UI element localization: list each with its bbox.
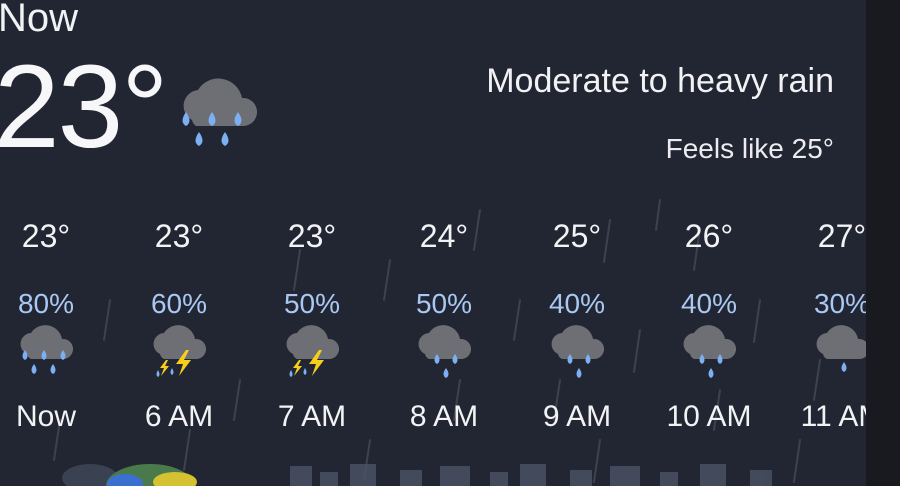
hourly-item-8am[interactable]: 24° 50% 8 AM xyxy=(378,214,510,444)
hourly-item-9am[interactable]: 25° 40% 9 AM xyxy=(511,214,643,444)
hourly-time: 10 AM xyxy=(666,400,752,433)
heavy-rain-icon xyxy=(182,78,258,146)
current-temperature: 23° xyxy=(0,41,168,173)
hourly-temp: 23° xyxy=(154,218,204,254)
hourly-time: 6 AM xyxy=(144,400,214,433)
hourly-time: 11 AM xyxy=(800,400,866,433)
thunderstorm-icon xyxy=(153,325,207,377)
condition-text: Moderate to heavy rain xyxy=(486,62,834,100)
rain-icon xyxy=(418,325,472,378)
next-card-peek xyxy=(62,464,772,486)
hourly-temp: 26° xyxy=(684,218,734,254)
hourly-forecast[interactable]: 23° 80% Now 23° 60% 6 AM 23° 50% 7 AM 24… xyxy=(0,214,866,444)
hourly-precip: 30% xyxy=(813,288,866,319)
hourly-temp: 24° xyxy=(419,218,469,254)
hourly-precip: 50% xyxy=(283,288,341,319)
hourly-time: 9 AM xyxy=(542,400,612,433)
hourly-temp: 27° xyxy=(817,218,866,254)
hourly-temp: 23° xyxy=(287,218,337,254)
hourly-time: 8 AM xyxy=(409,400,479,433)
rain-icon xyxy=(551,325,605,378)
current-label: Now xyxy=(0,0,79,40)
hourly-time: 7 AM xyxy=(277,400,347,433)
hourly-time: Now xyxy=(15,400,76,433)
hourly-precip: 80% xyxy=(17,288,75,319)
hourly-item-7am[interactable]: 23° 50% 7 AM xyxy=(246,214,378,444)
hourly-precip: 50% xyxy=(415,288,473,319)
feels-like-text: Feels like 25° xyxy=(665,133,834,164)
hourly-precip: 40% xyxy=(680,288,738,319)
hourly-temp: 23° xyxy=(21,218,71,254)
thunderstorm-icon xyxy=(286,325,340,377)
light-rain-icon xyxy=(816,325,866,372)
hourly-item-6am[interactable]: 23° 60% 6 AM xyxy=(113,214,245,444)
side-strip xyxy=(866,0,900,486)
hourly-precip: 60% xyxy=(150,288,208,319)
hourly-item-11am[interactable]: 27° 30% 11 AM xyxy=(776,214,866,444)
hourly-item-10am[interactable]: 26° 40% 10 AM xyxy=(643,214,775,444)
hourly-temp: 25° xyxy=(552,218,602,254)
weather-card: Now 23° Moderate to heavy rain Feels lik… xyxy=(0,0,866,486)
rain-icon xyxy=(683,325,737,378)
heavy-rain-icon xyxy=(20,325,74,374)
hourly-precip: 40% xyxy=(548,288,606,319)
hourly-item-now[interactable]: 23° 80% Now xyxy=(0,214,112,444)
